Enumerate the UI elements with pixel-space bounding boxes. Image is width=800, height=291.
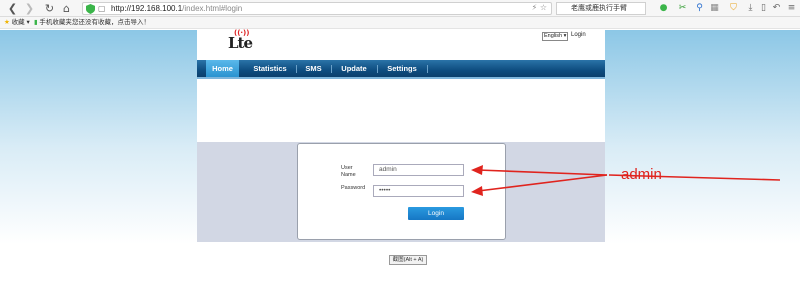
grid-icon[interactable]: ▦ — [709, 3, 720, 14]
address-text: http://192.168.100.1/index.html#login — [111, 4, 243, 13]
shield-icon[interactable]: ⛉ — [728, 3, 739, 14]
nav-divider — [377, 65, 378, 73]
router-page: ((·)) Lte English ▾ Login Home Statistic… — [197, 29, 605, 245]
password-field[interactable]: ••••• — [373, 185, 464, 197]
undo-icon[interactable]: ↶ — [771, 3, 782, 14]
nav-divider — [296, 65, 297, 73]
nav-divider — [331, 65, 332, 73]
scissors-icon[interactable]: ✂ — [677, 3, 688, 14]
extension-green-icon[interactable]: ● — [658, 3, 669, 14]
star-icon: ★ — [4, 19, 10, 26]
lte-logo: ((·)) Lte — [228, 29, 253, 52]
language-select[interactable]: English ▾ — [542, 32, 568, 41]
address-tools[interactable]: ⚡ ☆ — [532, 3, 547, 12]
header-login-link[interactable]: Login — [571, 32, 586, 38]
nav-statistics[interactable]: Statistics — [249, 60, 291, 77]
security-shield-icon — [86, 4, 95, 14]
nav-settings[interactable]: Settings — [382, 60, 422, 77]
signal-wave-icon: ((·)) — [234, 29, 250, 37]
login-panel: User Name admin Password ••••• Login — [297, 143, 506, 240]
forward-icon[interactable]: ❯ — [23, 2, 36, 15]
back-icon[interactable]: ❮ — [6, 2, 19, 15]
download-icon[interactable]: ⤓ — [745, 3, 756, 14]
phone-icon: ▮ — [34, 19, 38, 26]
nav-underline — [197, 77, 605, 79]
refresh-icon[interactable]: ↻ — [43, 2, 56, 15]
nav-divider — [427, 65, 428, 73]
username-label: User Name — [341, 165, 356, 178]
phone-icon[interactable]: ▯ — [758, 3, 769, 14]
bookmark-favorites[interactable]: ★ 收藏 ▾ — [4, 17, 30, 29]
nav-home[interactable]: Home — [206, 60, 239, 77]
page-info-icon[interactable]: ▢ — [98, 4, 106, 13]
login-button[interactable]: Login — [408, 207, 464, 220]
browser-toolbar: ❮ ❯ ↻ ⌂ ▢ http://192.168.100.1/index.htm… — [0, 0, 800, 17]
search-icon[interactable]: ⚲ — [694, 3, 705, 14]
password-label: Password — [341, 185, 366, 191]
home-icon[interactable]: ⌂ — [60, 2, 73, 15]
screenshot-hint[interactable]: 截图(Alt + A) — [389, 255, 427, 265]
nav-sms[interactable]: SMS — [301, 60, 326, 77]
annotation-label: admin — [621, 166, 662, 183]
nav-update[interactable]: Update — [336, 60, 372, 77]
search-input[interactable]: 老鹰或鹿执行手臂 — [556, 2, 646, 15]
main-nav: Home Statistics SMS Update Settings — [197, 60, 605, 77]
bookmark-import-hint[interactable]: 您还没有收藏，点击导入！ — [72, 17, 150, 29]
bookmark-mobile[interactable]: ▮ 手机收藏夹 — [34, 17, 72, 29]
address-bar[interactable]: ▢ http://192.168.100.1/index.html#login … — [82, 2, 552, 15]
bookmarks-bar: ★ 收藏 ▾ ▮ 手机收藏夹 您还没有收藏，点击导入！ — [0, 17, 800, 29]
username-field[interactable]: admin — [373, 164, 464, 176]
menu-icon[interactable]: ≡ — [786, 3, 797, 14]
